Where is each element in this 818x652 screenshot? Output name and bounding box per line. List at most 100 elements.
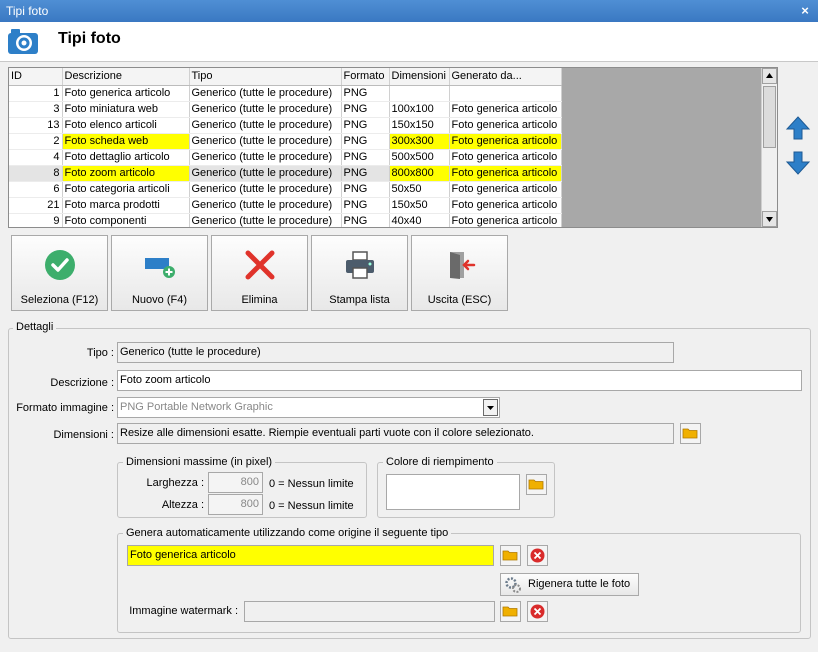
- cell-dimensioni: 300x300: [389, 133, 450, 150]
- tipo-label: Tipo :: [86, 347, 114, 359]
- table-row[interactable]: 4 Foto dettaglio articolo Generico (tutt…: [9, 149, 562, 166]
- cell-descrizione: Foto dettaglio articolo: [62, 149, 190, 166]
- col-header-tipo[interactable]: Tipo: [189, 68, 342, 86]
- col-header-id[interactable]: ID: [9, 68, 63, 86]
- table-row[interactable]: 3 Foto miniatura web Generico (tutte le …: [9, 101, 562, 118]
- page-header: Tipi foto: [0, 22, 818, 62]
- cell-dimensioni: 50x50: [389, 181, 450, 198]
- cell-dimensioni: 100x100: [389, 101, 450, 118]
- move-down-icon[interactable]: [785, 150, 811, 176]
- cell-descrizione: Foto elenco articoli: [62, 117, 190, 134]
- window-title: Tipi foto: [6, 4, 49, 18]
- height-label: Altezza :: [161, 499, 204, 511]
- cell-descrizione: Foto miniatura web: [62, 101, 190, 118]
- select-button-label: Seleziona (F12): [20, 294, 99, 306]
- move-up-icon[interactable]: [785, 115, 811, 141]
- dimensioni-field[interactable]: Resize alle dimensioni esatte. Riempie e…: [117, 423, 674, 444]
- dimensioni-label: Dimensioni :: [53, 429, 114, 441]
- window-titlebar: Tipi foto ×: [0, 0, 818, 22]
- width-input[interactable]: 800: [208, 472, 263, 493]
- col-header-dimensioni[interactable]: Dimensioni: [389, 68, 450, 86]
- cell-generato: Foto generica articolo: [449, 165, 562, 182]
- table-row[interactable]: 2 Foto scheda web Generico (tutte le pro…: [9, 133, 562, 150]
- descrizione-label: Descrizione :: [50, 377, 114, 389]
- cell-id: 8: [9, 165, 63, 182]
- table-row[interactable]: 6 Foto categoria articoli Generico (tutt…: [9, 181, 562, 198]
- new-button[interactable]: Nuovo (F4): [111, 235, 208, 311]
- table-row[interactable]: 1 Foto generica articolo Generico (tutte…: [9, 85, 562, 102]
- table-row-selected[interactable]: 8 Foto zoom articolo Generico (tutte le …: [9, 165, 562, 182]
- cell-id: 21: [9, 197, 63, 214]
- cell-descrizione: Foto scheda web: [62, 133, 190, 150]
- cell-dimensioni: 500x500: [389, 149, 450, 166]
- cell-descrizione: Foto generica articolo: [62, 85, 190, 102]
- regenerate-all-label: Rigenera tutte le foto: [528, 578, 631, 590]
- col-header-formato[interactable]: Formato: [341, 68, 390, 86]
- cell-formato: PNG: [341, 85, 390, 102]
- check-circle-icon: [45, 250, 75, 280]
- select-button[interactable]: Seleziona (F12): [11, 235, 108, 311]
- cell-descrizione: Foto zoom articolo: [62, 165, 190, 182]
- formato-selected-value: PNG Portable Network Graphic: [120, 401, 273, 413]
- clear-icon[interactable]: [527, 545, 548, 566]
- formato-select[interactable]: PNG Portable Network Graphic: [117, 397, 500, 418]
- folder-icon[interactable]: [500, 601, 521, 622]
- exit-button[interactable]: Uscita (ESC): [411, 235, 508, 311]
- cell-tipo: Generico (tutte le procedure): [189, 101, 342, 118]
- descrizione-field[interactable]: Foto zoom articolo: [117, 370, 802, 391]
- photo-types-grid[interactable]: ID Descrizione Tipo Formato Dimensioni G…: [8, 67, 778, 228]
- scroll-thumb[interactable]: [763, 86, 776, 148]
- print-list-button[interactable]: Stampa lista: [311, 235, 408, 311]
- cell-formato: PNG: [341, 165, 390, 182]
- height-hint: 0 = Nessun limite: [269, 500, 354, 512]
- table-row[interactable]: 21 Foto marca prodotti Generico (tutte l…: [9, 197, 562, 214]
- details-legend: Dettagli: [13, 321, 57, 333]
- grid-header-row: ID Descrizione Tipo Formato Dimensioni G…: [9, 68, 562, 86]
- cell-id: 2: [9, 133, 63, 150]
- folder-icon[interactable]: [680, 423, 701, 444]
- cell-dimensioni: [389, 85, 450, 102]
- max-dimensions-legend: Dimensioni massime (in pixel): [123, 456, 276, 468]
- add-item-icon: [145, 258, 175, 278]
- cell-dimensioni: 150x50: [389, 197, 450, 214]
- folder-icon[interactable]: [500, 545, 521, 566]
- grid-scrollbar[interactable]: [761, 68, 777, 227]
- table-row[interactable]: 13 Foto elenco articoli Generico (tutte …: [9, 117, 562, 134]
- cell-descrizione: Foto marca prodotti: [62, 197, 190, 214]
- cell-tipo: Generico (tutte le procedure): [189, 149, 342, 166]
- watermark-label: Immagine watermark :: [129, 605, 238, 617]
- col-header-generato[interactable]: Generato da...: [449, 68, 562, 86]
- cell-id: 4: [9, 149, 63, 166]
- close-icon[interactable]: ×: [798, 0, 812, 22]
- cell-tipo: Generico (tutte le procedure): [189, 85, 342, 102]
- col-header-descrizione[interactable]: Descrizione: [62, 68, 190, 86]
- cell-descrizione: Foto componenti: [62, 213, 190, 227]
- width-hint: 0 = Nessun limite: [269, 478, 354, 490]
- cell-formato: PNG: [341, 149, 390, 166]
- scroll-up-button[interactable]: [762, 68, 777, 84]
- new-button-label: Nuovo (F4): [131, 294, 188, 306]
- cell-generato: Foto generica articolo: [449, 117, 562, 134]
- cell-id: 3: [9, 101, 63, 118]
- height-input[interactable]: 800: [208, 494, 263, 515]
- tipo-field[interactable]: Generico (tutte le procedure): [117, 342, 674, 363]
- formato-label: Formato immagine :: [16, 402, 114, 414]
- cell-descrizione: Foto categoria articoli: [62, 181, 190, 198]
- fill-color-swatch[interactable]: [386, 474, 520, 510]
- print-list-button-label: Stampa lista: [329, 294, 390, 306]
- delete-button[interactable]: Elimina: [211, 235, 308, 311]
- folder-icon[interactable]: [526, 474, 547, 495]
- cell-id: 6: [9, 181, 63, 198]
- cell-dimensioni: 800x800: [389, 165, 450, 182]
- source-type-field[interactable]: Foto generica articolo: [127, 545, 494, 566]
- cell-tipo: Generico (tutte le procedure): [189, 133, 342, 150]
- fill-color-legend: Colore di riempimento: [383, 456, 497, 468]
- cell-generato: Foto generica articolo: [449, 181, 562, 198]
- regenerate-all-button[interactable]: Rigenera tutte le foto: [500, 573, 639, 596]
- watermark-field[interactable]: [244, 601, 495, 622]
- table-row[interactable]: 9 Foto componenti Generico (tutte le pro…: [9, 213, 562, 227]
- cell-tipo: Generico (tutte le procedure): [189, 165, 342, 182]
- formato-dropdown-button[interactable]: [483, 399, 498, 416]
- scroll-down-button[interactable]: [762, 211, 777, 227]
- clear-icon[interactable]: [527, 601, 548, 622]
